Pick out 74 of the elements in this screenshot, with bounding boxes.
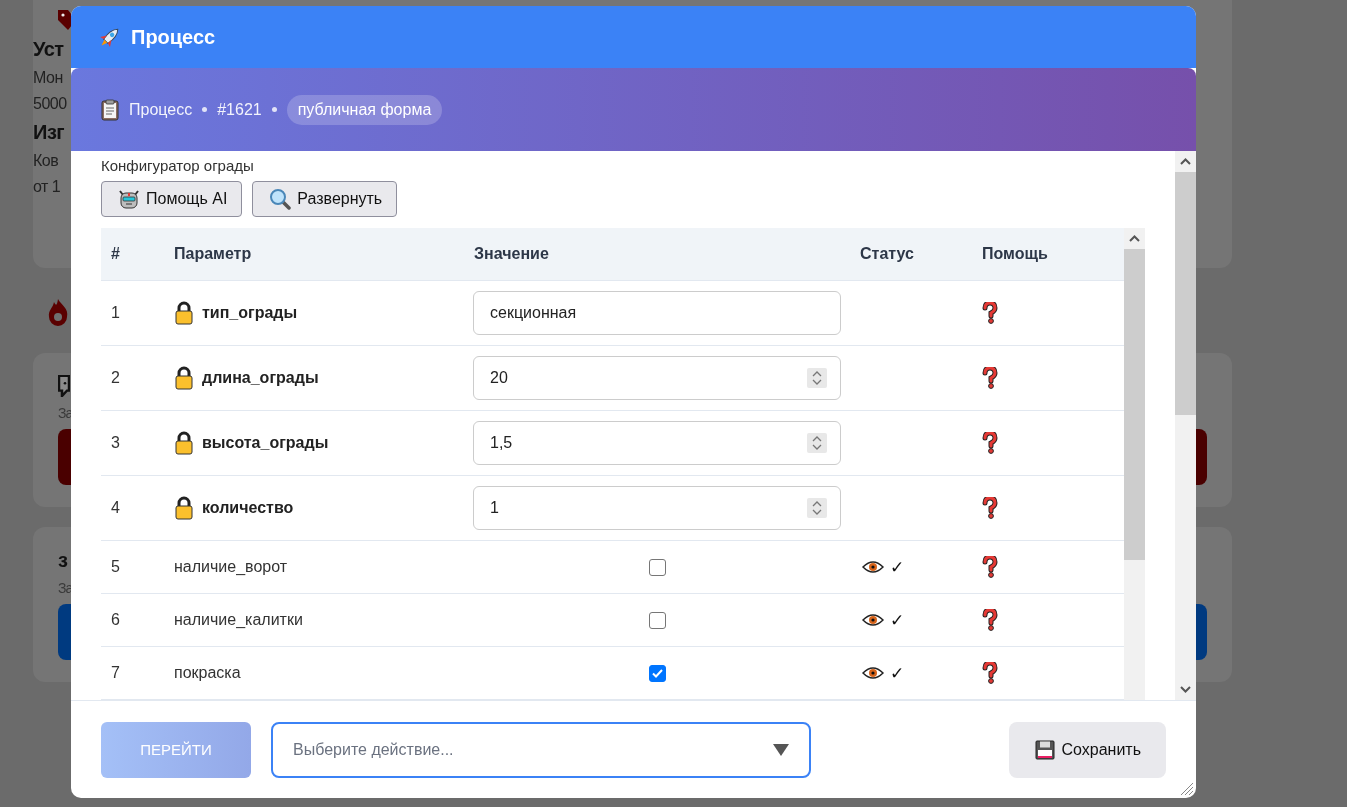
row-number: 7 xyxy=(110,664,121,682)
breadcrumb-process[interactable]: Процесс xyxy=(129,100,193,119)
parameter-name: высота_ограды xyxy=(202,434,329,452)
row-number: 5 xyxy=(110,558,121,576)
action-select[interactable]: Выберите действие... xyxy=(271,721,811,778)
parameter-name: покраска xyxy=(174,664,241,682)
checkbox[interactable] xyxy=(648,664,666,682)
row-number: 6 xyxy=(110,611,121,629)
section-title: Конфигуратор ограды xyxy=(101,156,255,176)
spinner-icon[interactable] xyxy=(807,498,827,518)
scrollbar[interactable] xyxy=(1175,151,1196,700)
form-badge: публичная форма xyxy=(286,94,443,125)
caret-icon xyxy=(773,743,789,756)
column-header: Значение xyxy=(473,245,550,263)
card-text: 5000 xyxy=(33,95,67,113)
help-icon[interactable] xyxy=(982,609,998,631)
row-number: 2 xyxy=(110,369,121,387)
row-number: 4 xyxy=(110,499,121,517)
help-icon[interactable] xyxy=(982,662,998,684)
spinner-icon[interactable] xyxy=(807,368,827,388)
help-icon[interactable] xyxy=(982,432,998,454)
row-number: 1 xyxy=(110,304,121,322)
card-text: Мон xyxy=(33,69,63,87)
parameter-name: количество xyxy=(202,499,294,517)
number-field[interactable]: 1 xyxy=(473,486,841,530)
column-header: Статус xyxy=(859,245,915,263)
help-icon[interactable] xyxy=(982,367,998,389)
lock-icon xyxy=(174,366,194,390)
checkbox[interactable] xyxy=(648,611,666,629)
text-field[interactable]: секционная xyxy=(473,291,841,335)
column-header: # xyxy=(110,245,121,263)
parameter-name: тип_ограды xyxy=(202,304,298,322)
checkmark-icon xyxy=(651,668,663,678)
parameter-name: длина_ограды xyxy=(202,369,319,387)
robot-icon xyxy=(118,188,140,210)
card-text: Ков xyxy=(33,152,59,170)
chat-icon xyxy=(58,375,70,397)
dialog-title: Процесс xyxy=(131,25,216,49)
status-check: ✓ xyxy=(890,556,905,578)
help-icon[interactable] xyxy=(982,556,998,578)
help-icon[interactable] xyxy=(982,302,998,324)
parameter-name: наличие_калитки xyxy=(174,611,303,629)
separator-dot xyxy=(202,107,208,112)
expand-button[interactable]: Развернуть xyxy=(252,181,398,217)
status-check: ✓ xyxy=(890,662,905,684)
lock-icon xyxy=(174,301,194,325)
number-field[interactable]: 1,5 xyxy=(473,421,841,465)
search-icon xyxy=(269,188,292,210)
separator-dot xyxy=(271,107,277,112)
eye-icon xyxy=(862,666,884,680)
row-number: 3 xyxy=(110,434,121,452)
checkbox[interactable] xyxy=(648,558,666,576)
eye-icon xyxy=(862,560,884,574)
column-header: Помощь xyxy=(981,245,1049,263)
ai-help-button[interactable]: Помощь AI xyxy=(101,181,243,217)
eye-icon xyxy=(862,613,884,627)
status-check: ✓ xyxy=(890,609,905,631)
clipboard-icon xyxy=(101,98,119,121)
scrollbar[interactable] xyxy=(1124,228,1145,700)
card-heading: Изг xyxy=(33,121,65,144)
lock-icon xyxy=(174,496,194,520)
column-header: Параметр xyxy=(173,245,253,263)
breadcrumb-number: #1621 xyxy=(217,100,262,119)
resize-grip-icon[interactable] xyxy=(1178,780,1194,796)
card-text: от 1 xyxy=(33,178,61,196)
card-heading: з xyxy=(58,549,68,572)
floppy-icon xyxy=(1035,739,1056,760)
card-heading: Уст xyxy=(33,38,64,61)
parameter-name: наличие_ворот xyxy=(174,558,288,576)
number-field[interactable]: 20 xyxy=(473,356,841,400)
lock-icon xyxy=(174,431,194,455)
save-button[interactable]: Сохранить xyxy=(1009,721,1166,778)
spinner-icon[interactable] xyxy=(807,433,827,453)
help-icon[interactable] xyxy=(982,497,998,519)
